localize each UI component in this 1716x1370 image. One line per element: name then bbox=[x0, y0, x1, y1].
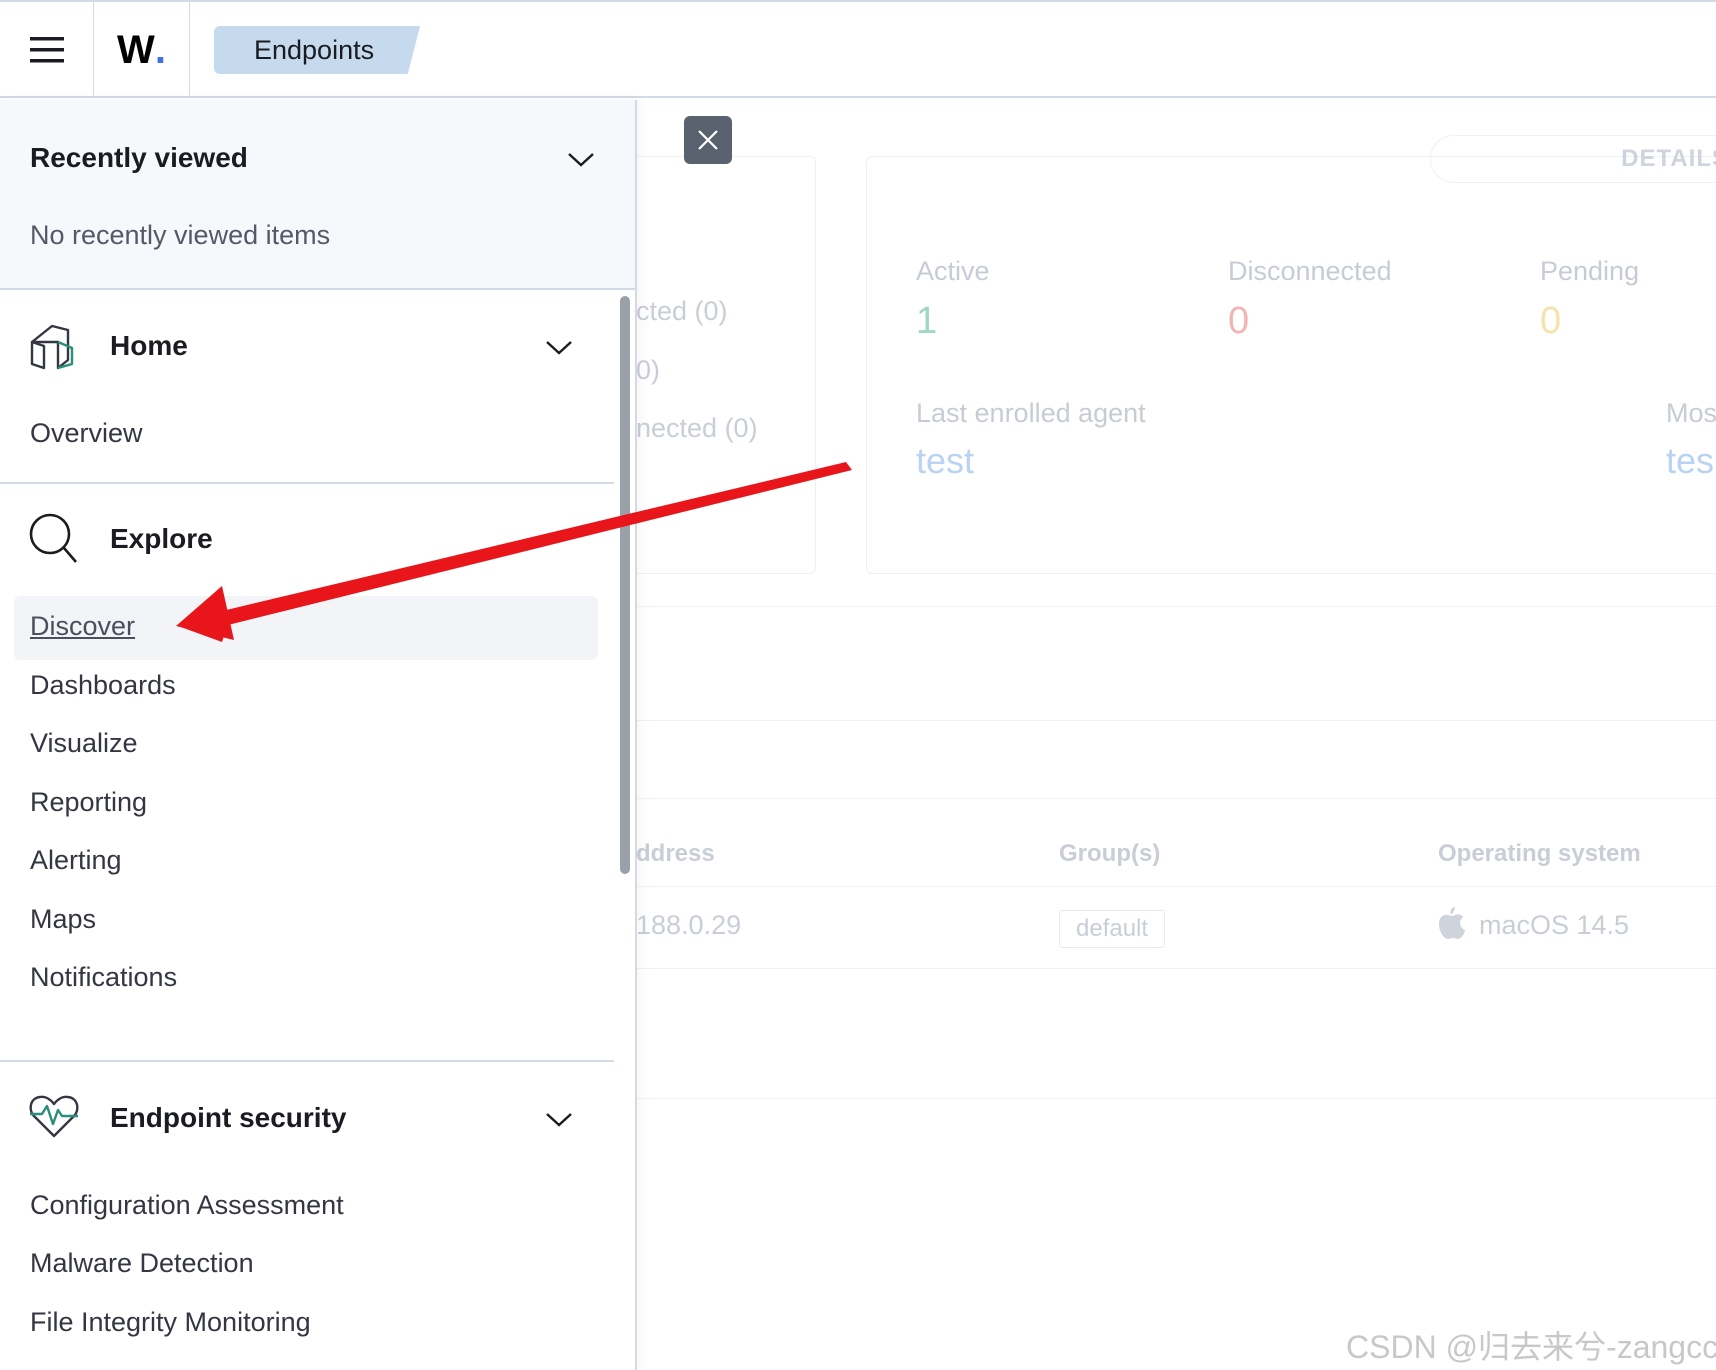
section-divider bbox=[637, 1098, 1716, 1099]
group-badge[interactable]: default bbox=[1059, 910, 1166, 948]
nav-item-file-integrity-monitoring[interactable]: File Integrity Monitoring bbox=[30, 1307, 311, 1338]
disconnected-label: Disconnected bbox=[1228, 256, 1392, 286]
status-item-disconnected: nected (0) bbox=[636, 413, 758, 443]
explore-icon bbox=[29, 513, 77, 563]
disconnected-value: 0 bbox=[1228, 300, 1250, 342]
table-header-divider bbox=[637, 886, 1716, 887]
header: W. Endpoints bbox=[0, 2, 1716, 98]
divider bbox=[637, 798, 1716, 799]
nav-explore-title[interactable]: Explore bbox=[110, 523, 213, 555]
breadcrumb-label: Endpoints bbox=[254, 34, 375, 65]
chevron-down-icon[interactable] bbox=[544, 338, 574, 358]
close-nav-button[interactable] bbox=[684, 116, 732, 164]
last-enrolled-link[interactable]: test bbox=[916, 440, 974, 482]
nav-scrollbar[interactable] bbox=[620, 296, 630, 874]
close-icon bbox=[698, 130, 718, 150]
nav-item-configuration-assessment[interactable]: Configuration Assessment bbox=[30, 1190, 344, 1221]
details-label: DETAILS bbox=[1621, 145, 1716, 172]
home-icon bbox=[30, 324, 74, 370]
pending-label: Pending bbox=[1540, 256, 1640, 286]
nav-item-discover[interactable]: Discover bbox=[30, 611, 135, 642]
cell-address: 188.0.29 bbox=[636, 910, 742, 940]
last-enrolled-label: Last enrolled agent bbox=[916, 398, 1146, 428]
nav-item-dashboards[interactable]: Dashboards bbox=[30, 670, 176, 701]
row-divider bbox=[637, 968, 1716, 969]
nav-item-notifications[interactable]: Notifications bbox=[30, 962, 177, 993]
breadcrumb-endpoints[interactable]: Endpoints bbox=[214, 26, 421, 74]
hamburger-icon bbox=[29, 37, 64, 63]
nav-item-visualize[interactable]: Visualize bbox=[30, 728, 138, 759]
most-active-label: Mos bbox=[1666, 398, 1716, 428]
nav-item-maps[interactable]: Maps bbox=[30, 904, 96, 935]
side-nav: Recently viewed No recently viewed items… bbox=[0, 100, 637, 1370]
pending-value: 0 bbox=[1540, 300, 1562, 342]
active-value: 1 bbox=[916, 300, 938, 342]
status-item-connected: cted (0) bbox=[636, 296, 728, 326]
active-label: Active bbox=[916, 256, 990, 286]
column-header-address[interactable]: ddress bbox=[636, 840, 715, 868]
apple-icon bbox=[1439, 907, 1465, 939]
logo-letter: W bbox=[117, 27, 155, 72]
divider bbox=[637, 720, 1716, 721]
recently-viewed-empty: No recently viewed items bbox=[30, 220, 331, 250]
heartbeat-icon bbox=[29, 1095, 79, 1138]
menu-button[interactable] bbox=[0, 2, 94, 98]
column-header-groups[interactable]: Group(s) bbox=[1059, 840, 1160, 868]
nav-separator bbox=[0, 1060, 614, 1062]
chevron-down-icon[interactable] bbox=[566, 150, 596, 170]
divider bbox=[637, 606, 1716, 607]
nav-home-title[interactable]: Home bbox=[110, 330, 188, 362]
details-tab[interactable]: DETAILS bbox=[1430, 135, 1716, 183]
status-item-2: 0) bbox=[636, 355, 661, 385]
recently-viewed-section: Recently viewed No recently viewed items bbox=[0, 100, 635, 290]
app-logo[interactable]: W. bbox=[94, 2, 190, 98]
most-active-link[interactable]: tes bbox=[1666, 440, 1714, 482]
logo-dot: . bbox=[154, 27, 166, 72]
column-header-os[interactable]: Operating system bbox=[1438, 840, 1641, 868]
details-card bbox=[866, 156, 1716, 574]
nav-separator bbox=[0, 482, 614, 484]
chevron-down-icon[interactable] bbox=[544, 1110, 574, 1130]
nav-item-malware-detection[interactable]: Malware Detection bbox=[30, 1248, 254, 1279]
nav-item-reporting[interactable]: Reporting bbox=[30, 787, 147, 818]
cell-os: macOS 14.5 bbox=[1479, 910, 1630, 940]
nav-endpoint-security-title[interactable]: Endpoint security bbox=[110, 1102, 346, 1134]
nav-item-alerting[interactable]: Alerting bbox=[30, 845, 122, 876]
watermark: CSDN @归去来兮-zangcc bbox=[1346, 1329, 1716, 1365]
recently-viewed-title[interactable]: Recently viewed bbox=[30, 142, 248, 174]
nav-item-overview[interactable]: Overview bbox=[30, 418, 143, 449]
